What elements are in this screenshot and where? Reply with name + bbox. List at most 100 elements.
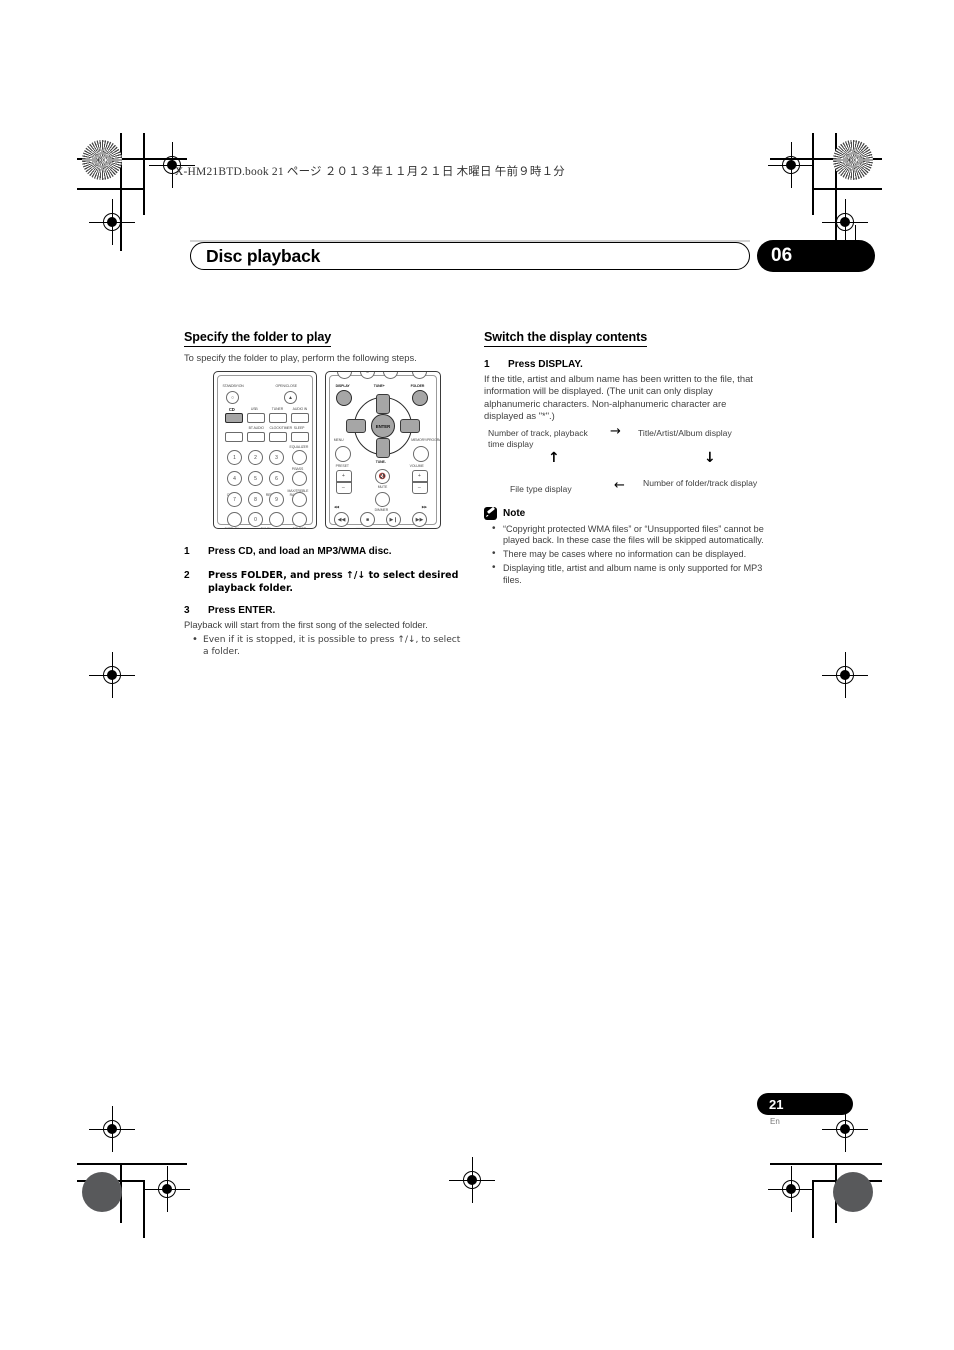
section-intro-text: To specify the folder to play, perform t…	[184, 352, 417, 363]
density-dot	[82, 1172, 122, 1212]
skip-forward-button[interactable]: ▶▶	[412, 512, 427, 527]
cycle-node-file-type: File type display	[510, 484, 572, 494]
stop-button[interactable]: ■	[360, 512, 375, 527]
dpad-down-button[interactable]	[376, 438, 390, 458]
keypad-5-button[interactable]: 5	[248, 471, 263, 486]
tune-plus-bottom-label: TUNE+	[260, 526, 272, 529]
step-2-text: Press FOLDER, and press ↑/↓ to select de…	[208, 570, 459, 595]
cd-source-label: CD	[228, 406, 235, 413]
step-3-number: 3	[184, 605, 190, 617]
step-2-number: 2	[184, 570, 190, 582]
clear-button[interactable]	[227, 512, 242, 527]
cycle-node-folder-track: Number of folder/track display	[643, 478, 758, 488]
document-page: X-HM21BTD.book 21 ページ ２０１３年１１月２１日 木曜日 午前…	[0, 0, 954, 1350]
random-button[interactable]	[292, 492, 307, 507]
registration-mark-bottom-right-2	[822, 1106, 868, 1152]
note-header: Note	[484, 506, 764, 520]
display-label: DISPLAY	[335, 383, 350, 389]
folder-label: FOLDER	[410, 383, 425, 389]
cycle-node-title-artist-album: Title/Artist/Album display	[638, 428, 732, 438]
p-bass-button[interactable]	[292, 471, 307, 486]
cycle-arrow-right: →	[610, 424, 621, 439]
keypad-3-button[interactable]: 3	[269, 450, 284, 465]
random-button-2[interactable]	[292, 512, 307, 527]
transport-right-label: ▶▶	[421, 504, 427, 510]
note-pencil-icon	[484, 506, 497, 520]
extra-button[interactable]	[291, 432, 309, 442]
color-target-star	[82, 140, 122, 180]
density-dot-2	[833, 1172, 873, 1212]
keypad-4-button[interactable]: 4	[227, 471, 242, 486]
bt-audio-label: BT AUDIO	[248, 425, 264, 431]
skip-back-button[interactable]: ◀◀	[334, 512, 349, 527]
cycle-node-track-time: Number of track, playback time display	[488, 428, 588, 449]
sleep-button[interactable]	[269, 432, 287, 442]
folder-button[interactable]	[412, 390, 428, 406]
tuner-source-button[interactable]	[269, 413, 287, 423]
step-1-text: Press CD, and load an MP3/WMA disc.	[208, 546, 392, 558]
step-1-number: 1	[184, 546, 190, 558]
page-language-label: En	[770, 1117, 780, 1126]
dimmer-button[interactable]	[375, 492, 390, 507]
standby-bottom-label: STANDBY	[330, 528, 345, 529]
repeat-button[interactable]	[269, 512, 284, 527]
mute-icon-button[interactable]: 🔇	[375, 469, 390, 484]
keypad-2-button[interactable]: 2	[248, 450, 263, 465]
display-button[interactable]	[336, 390, 352, 406]
memory-program-button[interactable]	[413, 446, 429, 462]
display-cycle-diagram: Number of track, playback time display →…	[488, 424, 763, 506]
pty-bottom-label: PTY	[396, 528, 403, 529]
page-number-badge: 21	[757, 1093, 853, 1115]
step-3-bullet-list: Even if it is stopped, it is possible to…	[184, 634, 464, 659]
keypad-7-button[interactable]: 7	[227, 492, 242, 507]
tune-minus-label: TUNE-	[375, 459, 386, 465]
registration-mark-mid-left	[89, 652, 135, 698]
remote-left-body: STANDBY/ON OPEN/CLOSE ○ ▲ CD USB TUNER A…	[213, 371, 317, 529]
tuner-source-label: TUNER	[271, 406, 284, 412]
standby-label: STANDBY/ON	[222, 383, 244, 389]
keypad-1-button[interactable]: 1	[227, 450, 242, 465]
step-2: 2 Press FOLDER, and press ↑/↓ to select …	[184, 569, 464, 595]
keypad-9-button[interactable]: 9	[269, 492, 284, 507]
cycle-arrow-up: ↑	[548, 450, 560, 466]
registration-mark-bottom-right	[768, 1166, 814, 1212]
preset-minus-label: –	[341, 484, 345, 492]
menu-button[interactable]	[335, 446, 351, 462]
list-item: There may be cases where no information …	[484, 548, 764, 561]
note-title: Note	[503, 507, 526, 519]
cd-source-button[interactable]	[225, 413, 243, 423]
keypad-6-button[interactable]: 6	[269, 471, 284, 486]
registration-mark-bottom-left	[144, 1166, 190, 1212]
open-close-button[interactable]: ▲	[284, 391, 297, 404]
registration-mark-top-right	[768, 142, 814, 188]
book-header-line: X-HM21BTD.book 21 ページ ２０１３年１１月２１日 木曜日 午前…	[175, 166, 565, 178]
list-item: Even if it is stopped, it is possible to…	[184, 634, 464, 659]
standby-button[interactable]: ○	[226, 391, 239, 404]
keypad-8-button[interactable]: 8	[248, 492, 263, 507]
usb-source-button[interactable]	[247, 413, 265, 423]
note-bullet-list: “Copyright protected WMA files” or “Unsu…	[484, 523, 764, 587]
enter-button[interactable]: ENTER	[371, 414, 395, 438]
dpad-up-button[interactable]	[376, 394, 390, 414]
tune-plus-label: TUNE+	[373, 383, 385, 389]
dpad-left-button[interactable]	[346, 419, 366, 433]
play-pause-button[interactable]: ▶❙	[386, 512, 401, 527]
registration-mark-mid-bottom	[449, 1157, 495, 1203]
chapter-number-badge: 06	[757, 240, 875, 272]
registration-mark-bottom-left-2	[89, 1106, 135, 1152]
preset-label: PRESET	[335, 463, 349, 469]
display-bottom-label-2: DISPLAY	[416, 528, 430, 529]
audio-in-source-button[interactable]	[291, 413, 309, 423]
bt-audio-button[interactable]	[225, 432, 243, 442]
equalizer-button[interactable]	[292, 450, 307, 465]
dpad-right-button[interactable]	[400, 419, 420, 433]
clock-timer-button[interactable]	[247, 432, 265, 442]
step-3-text: Press ENTER.	[208, 605, 276, 617]
remote-right-body: 0 DISPLAY TUNE+ FOLDER ENTER MENU MEMORY…	[325, 371, 441, 529]
registration-mark-top-left-2	[89, 199, 135, 245]
dimmer-label: DIMMER	[374, 507, 389, 513]
keypad-0-button[interactable]: 0	[248, 512, 263, 527]
usb-source-label: USB	[250, 406, 258, 412]
equalizer-label: EQUALIZER	[289, 444, 309, 450]
cycle-arrow-down: ↓	[704, 450, 716, 466]
